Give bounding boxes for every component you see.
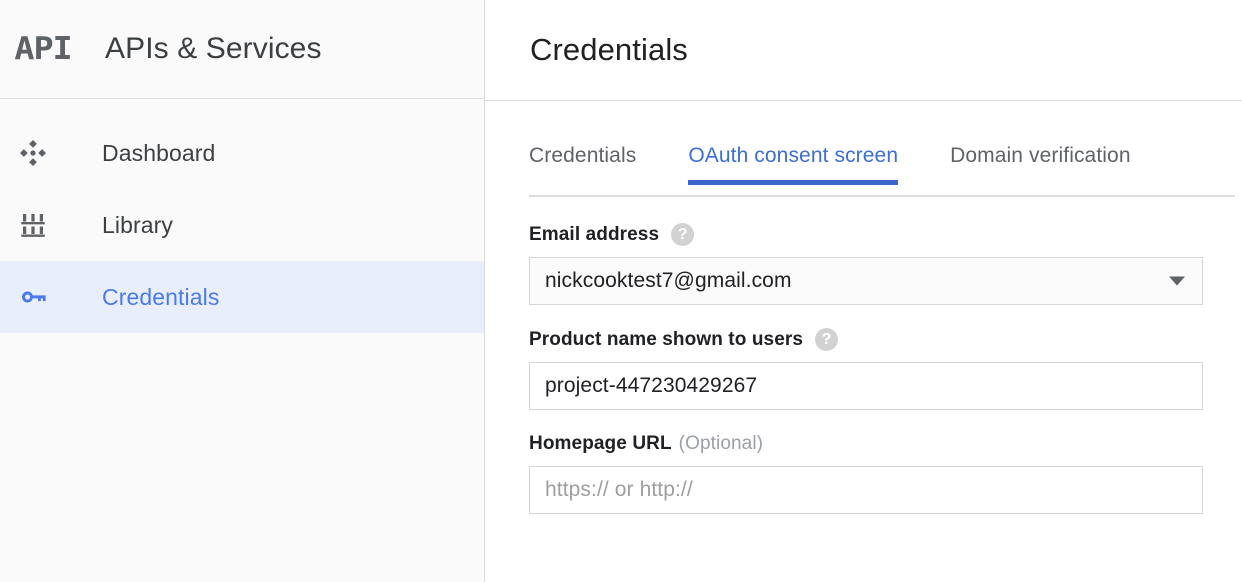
email-address-value: nickcooktest7@gmail.com bbox=[545, 269, 792, 293]
field-label-row: Email address ? bbox=[529, 223, 1242, 246]
homepage-url-placeholder: https:// or http:// bbox=[545, 478, 693, 502]
sidebar-nav: Dashboard bbox=[0, 99, 484, 333]
sidebar-item-credentials[interactable]: Credentials bbox=[0, 261, 484, 333]
tab-bar-divider bbox=[529, 195, 1235, 197]
sidebar-item-library[interactable]: Library bbox=[0, 189, 484, 261]
key-icon bbox=[18, 280, 62, 314]
tab-domain-verification[interactable]: Domain verification bbox=[950, 125, 1130, 185]
field-label-row: Product name shown to users ? bbox=[529, 328, 1242, 351]
tab-bar: Credentials OAuth consent screen Domain … bbox=[485, 125, 1242, 197]
sidebar-item-dashboard[interactable]: Dashboard bbox=[0, 117, 484, 189]
product-name-input[interactable]: project-447230429267 bbox=[529, 362, 1203, 410]
field-label-row: Homepage URL (Optional) bbox=[529, 433, 1242, 455]
sidebar: API APIs & Services Dashbo bbox=[0, 0, 485, 582]
sidebar-header: API APIs & Services bbox=[0, 0, 484, 99]
field-homepage-url: Homepage URL (Optional) https:// or http… bbox=[529, 433, 1242, 514]
app-root: API APIs & Services Dashbo bbox=[0, 0, 1242, 582]
help-icon[interactable]: ? bbox=[671, 223, 694, 246]
sidebar-item-label: Dashboard bbox=[102, 140, 215, 167]
homepage-url-label: Homepage URL bbox=[529, 433, 672, 455]
product-name-label: Product name shown to users bbox=[529, 329, 803, 351]
page-title: Credentials bbox=[530, 32, 688, 68]
email-address-select[interactable]: nickcooktest7@gmail.com bbox=[529, 257, 1203, 305]
sidebar-item-label: Library bbox=[102, 212, 173, 239]
sidebar-item-label: Credentials bbox=[102, 284, 219, 311]
tab-credentials[interactable]: Credentials bbox=[529, 125, 636, 185]
product-name-value: project-447230429267 bbox=[545, 374, 757, 398]
main-content: Credentials Credentials OAuth consent sc… bbox=[485, 0, 1242, 582]
help-icon[interactable]: ? bbox=[815, 328, 838, 351]
api-logo-icon: API bbox=[6, 31, 79, 67]
field-product-name: Product name shown to users ? project-44… bbox=[529, 328, 1242, 410]
app-title: APIs & Services bbox=[105, 32, 322, 66]
field-email-address: Email address ? nickcooktest7@gmail.com bbox=[529, 223, 1242, 305]
tab-oauth-consent-screen[interactable]: OAuth consent screen bbox=[688, 125, 898, 185]
email-address-label: Email address bbox=[529, 224, 659, 246]
homepage-url-optional-tag: (Optional) bbox=[679, 433, 763, 455]
oauth-consent-form: Email address ? nickcooktest7@gmail.com … bbox=[485, 197, 1242, 514]
library-icon bbox=[18, 208, 62, 242]
dashboard-icon bbox=[18, 136, 62, 170]
main-header: Credentials bbox=[485, 0, 1242, 101]
homepage-url-input[interactable]: https:// or http:// bbox=[529, 466, 1203, 514]
chevron-down-icon[interactable] bbox=[1169, 277, 1185, 286]
